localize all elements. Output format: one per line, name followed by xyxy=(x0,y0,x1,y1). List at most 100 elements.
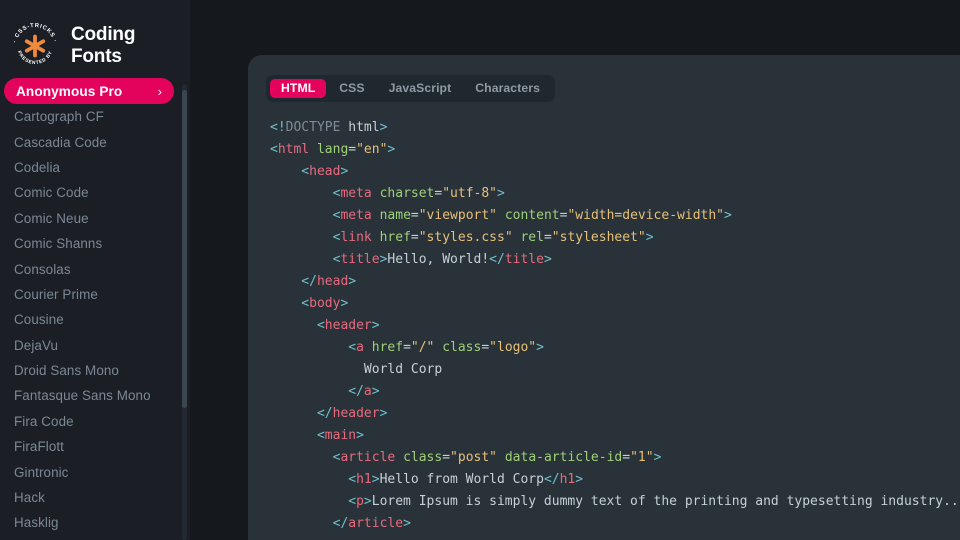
sidebar-item-label: Anonymous Pro xyxy=(16,84,122,99)
sidebar-item-courier-prime[interactable]: Courier Prime xyxy=(0,282,190,307)
code-token: < xyxy=(270,252,340,267)
code-token: < xyxy=(270,494,356,509)
code-token: h1 xyxy=(356,472,372,487)
code-token: "en" xyxy=(356,142,387,157)
code-token: > xyxy=(380,406,388,421)
code-token: class xyxy=(442,340,481,355)
sidebar-item-label: Droid Sans Mono xyxy=(14,363,119,378)
sidebar-item-label: Comic Neue xyxy=(14,211,89,226)
code-token: href xyxy=(380,230,411,245)
code-line: <link href="styles.css" rel="stylesheet"… xyxy=(270,227,960,249)
code-token: class xyxy=(403,450,442,465)
sidebar-item-comic-shanns[interactable]: Comic Shanns xyxy=(0,231,190,256)
code-token: "viewport" xyxy=(419,208,497,223)
sidebar-item-dejavu[interactable]: DejaVu xyxy=(0,333,190,358)
sidebar-item-label: Cousine xyxy=(14,312,64,327)
code-token: World Corp xyxy=(270,362,442,377)
code-token xyxy=(364,340,372,355)
code-token: html xyxy=(340,120,379,135)
app-root: · CSS-TRICKS · PRESENTED BY Coding Fonts… xyxy=(0,0,960,540)
code-token: = xyxy=(622,450,630,465)
sidebar-item-fantasque-sans-mono[interactable]: Fantasque Sans Mono xyxy=(0,383,190,408)
code-token: a xyxy=(364,384,372,399)
code-token: article xyxy=(348,516,403,531)
code-token: > xyxy=(380,120,388,135)
code-token: > xyxy=(497,186,505,201)
code-token xyxy=(395,450,403,465)
brand-header: · CSS-TRICKS · PRESENTED BY Coding Fonts xyxy=(0,0,190,78)
code-token: > xyxy=(403,516,411,531)
code-token: < xyxy=(270,428,325,443)
tab-bar: HTMLCSSJavaScriptCharacters xyxy=(266,75,555,102)
code-token: lang xyxy=(317,142,348,157)
sidebar-item-firaflott[interactable]: FiraFlott xyxy=(0,434,190,459)
code-token: "width=device-width" xyxy=(567,208,724,223)
font-list[interactable]: Anonymous Pro › Cartograph CFCascadia Code… xyxy=(0,78,190,536)
sidebar-item-anonymous-pro[interactable]: Anonymous Pro › xyxy=(4,78,174,104)
code-token: > xyxy=(724,208,732,223)
code-token: < xyxy=(270,296,309,311)
code-line: <a href="/" class="logo"> xyxy=(270,337,960,359)
sidebar-item-label: Gintronic xyxy=(14,465,68,480)
sidebar-item-cartograph-cf[interactable]: Cartograph CF xyxy=(0,104,190,129)
code-token: article xyxy=(340,450,395,465)
tab-html[interactable]: HTML xyxy=(270,79,326,98)
code-token: </ xyxy=(544,472,560,487)
code-token: "logo" xyxy=(489,340,536,355)
code-token: < xyxy=(270,208,340,223)
tab-javascript[interactable]: JavaScript xyxy=(378,79,463,98)
tab-characters[interactable]: Characters xyxy=(464,79,551,98)
code-line: <title>Hello, World!</title> xyxy=(270,249,960,271)
code-token: "/" xyxy=(411,340,434,355)
code-token: < xyxy=(270,472,356,487)
code-line: <meta charset="utf-8"> xyxy=(270,183,960,205)
code-token: title xyxy=(340,252,379,267)
sidebar-item-comic-code[interactable]: Comic Code xyxy=(0,180,190,205)
chevron-right-icon: › xyxy=(158,84,162,99)
code-token: = xyxy=(411,230,419,245)
code-line: <meta name="viewport" content="width=dev… xyxy=(270,205,960,227)
code-token: > xyxy=(536,340,544,355)
code-token: <! xyxy=(270,120,286,135)
code-token: > xyxy=(654,450,662,465)
sidebar-item-consolas[interactable]: Consolas xyxy=(0,256,190,281)
code-line: <main> xyxy=(270,425,960,447)
code-token: html xyxy=(278,142,309,157)
code-line: </head> xyxy=(270,271,960,293)
code-token: </ xyxy=(270,384,364,399)
code-token: charset xyxy=(380,186,435,201)
code-token: "stylesheet" xyxy=(552,230,646,245)
code-token: > xyxy=(372,318,380,333)
sidebar-scrollbar-thumb[interactable] xyxy=(182,90,187,408)
code-token: </ xyxy=(270,516,348,531)
code-line: <header> xyxy=(270,315,960,337)
code-token: head xyxy=(309,164,340,179)
code-token: "styles.css" xyxy=(419,230,513,245)
code-token: p xyxy=(356,494,364,509)
sidebar-item-gintronic[interactable]: Gintronic xyxy=(0,459,190,484)
code-token: > xyxy=(356,428,364,443)
sidebar-item-droid-sans-mono[interactable]: Droid Sans Mono xyxy=(0,358,190,383)
sidebar-item-hack[interactable]: Hack xyxy=(0,485,190,510)
code-line: <head> xyxy=(270,161,960,183)
code-line: <body> xyxy=(270,293,960,315)
sidebar-item-cousine[interactable]: Cousine xyxy=(0,307,190,332)
code-token: > xyxy=(340,164,348,179)
code-block[interactable]: <!DOCTYPE html><html lang="en"> <head> <… xyxy=(248,117,960,540)
sidebar-item-label: Fantasque Sans Mono xyxy=(14,388,151,403)
code-token: Hello from World Corp xyxy=(380,472,544,487)
tab-css[interactable]: CSS xyxy=(328,79,375,98)
sidebar-item-fira-code[interactable]: Fira Code xyxy=(0,409,190,434)
sidebar-item-comic-neue[interactable]: Comic Neue xyxy=(0,206,190,231)
code-token: </ xyxy=(489,252,505,267)
sidebar-item-label: Consolas xyxy=(14,262,71,277)
code-token xyxy=(497,450,505,465)
sidebar-item-label: Courier Prime xyxy=(14,287,98,302)
code-token: < xyxy=(270,450,340,465)
sidebar-item-label: DejaVu xyxy=(14,338,58,353)
sidebar-item-codelia[interactable]: Codelia xyxy=(0,155,190,180)
sidebar-item-cascadia-code[interactable]: Cascadia Code xyxy=(0,129,190,154)
sidebar-item-hasklig[interactable]: Hasklig xyxy=(0,510,190,535)
code-token: = xyxy=(481,340,489,355)
code-token: > xyxy=(575,472,583,487)
